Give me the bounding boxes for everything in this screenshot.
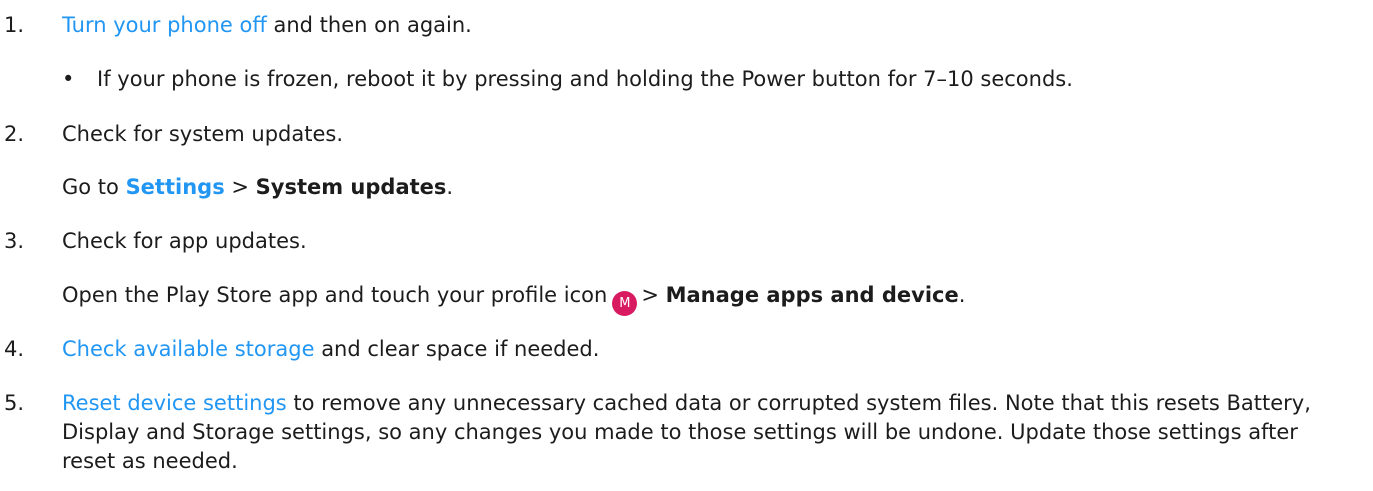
check-storage-link[interactable]: Check available storage (62, 337, 315, 361)
step-number: 3. (4, 229, 25, 253)
detail-prefix: Go to (62, 175, 126, 199)
step-detail: Go to Settings > System updates. (62, 173, 1353, 202)
step-text: Turn your phone off and then on again. (62, 11, 1353, 40)
turn-phone-off-link[interactable]: Turn your phone off (62, 13, 267, 37)
manage-apps-label: Manage apps and device (665, 283, 959, 307)
step-number: 4. (4, 337, 25, 361)
settings-link[interactable]: Settings (126, 175, 225, 199)
reset-device-settings-link[interactable]: Reset device settings (62, 391, 287, 415)
bullet-icon: • (62, 67, 75, 91)
step-text: Check for system updates. (62, 122, 344, 146)
detail-prefix: Open the Play Store app and touch your p… (62, 283, 608, 307)
step-detail: Open the Play Store app and touch your p… (62, 281, 1353, 316)
troubleshooting-steps: 1. Turn your phone off and then on again… (0, 0, 1373, 491)
step-text: Check for app updates. (62, 229, 307, 253)
step-number: 5. (4, 391, 25, 415)
step-text: Reset device settings to remove any unne… (62, 389, 1353, 476)
step-text-body: and clear space if needed. (314, 337, 600, 361)
detail-suffix: . (446, 175, 454, 199)
profile-avatar-icon: M (612, 291, 638, 316)
detail-separator: > (641, 283, 666, 307)
step-number: 1. (4, 13, 25, 37)
detail-suffix: . (958, 283, 966, 307)
step-text-body: and then on again. (266, 13, 472, 37)
system-updates-label: System updates (255, 175, 447, 199)
step-number: 2. (4, 122, 25, 146)
detail-separator: > (224, 175, 256, 199)
bullet-text: If your phone is frozen, reboot it by pr… (97, 67, 1073, 91)
step-text: Check available storage and clear space … (62, 335, 1353, 364)
